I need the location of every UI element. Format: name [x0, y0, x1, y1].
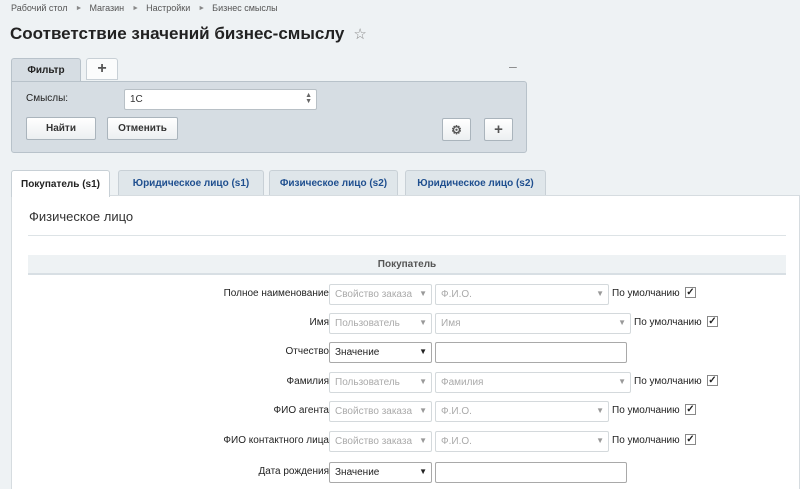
row-label: Дата рождения [258, 466, 329, 477]
select-arrows-icon: ▲ ▼ [305, 92, 312, 105]
dropdown-arrow-icon: ▼ [419, 406, 427, 415]
tab-individual-s2[interactable]: Физическое лицо (s2) [269, 170, 398, 195]
type-select: Свойство заказа ▼ [329, 401, 432, 422]
type-value: Значение [335, 347, 380, 358]
group-header: Покупатель [28, 255, 786, 275]
type-select: Пользователь ▼ [329, 372, 432, 393]
row-label: ФИО агента [273, 405, 329, 416]
default-label: По умолчанию [612, 288, 680, 299]
filter-tab[interactable]: Фильтр [11, 58, 81, 82]
value-select: Ф.И.О. ▼ [435, 431, 609, 452]
dropdown-arrow-icon: ▼ [596, 436, 604, 445]
value-text: Имя [441, 318, 461, 329]
gear-icon: ⚙ [451, 122, 462, 137]
chevron-right-icon: ► [75, 4, 83, 12]
dropdown-arrow-icon: ▼ [419, 347, 427, 356]
value-select: Фамилия ▼ [435, 372, 631, 393]
type-select: Свойство заказа ▼ [329, 284, 432, 305]
divider [28, 235, 786, 236]
breadcrumb-item-shop[interactable]: Магазин [89, 3, 124, 13]
type-select[interactable]: Значение ▼ [329, 342, 432, 363]
field-row-birth-date: Дата рождения Значение ▼ [12, 462, 800, 483]
row-label: ФИО контактного лица [223, 435, 329, 446]
row-label: Отчество [285, 346, 329, 357]
default-label: По умолчанию [634, 376, 702, 387]
value-text: Ф.И.О. [441, 289, 472, 300]
dropdown-arrow-icon: ▼ [419, 377, 427, 386]
breadcrumb-item-desktop[interactable]: Рабочий стол [11, 3, 68, 13]
type-select: Пользователь ▼ [329, 313, 432, 334]
settings-button[interactable]: ⚙ [442, 118, 471, 141]
value-text: Ф.И.О. [441, 406, 472, 417]
type-value: Пользователь [335, 377, 400, 388]
field-row-last-name: Фамилия Пользователь ▼ Фамилия ▼ По умолча… [12, 372, 800, 393]
meanings-select-value: 1С [130, 94, 143, 105]
value-select: Имя ▼ [435, 313, 631, 334]
default-checkbox[interactable]: ✓ [685, 404, 696, 415]
field-row-contact-name: ФИО контактного лица Свойство заказа ▼ Ф.… [12, 431, 800, 452]
dropdown-arrow-icon: ▼ [419, 289, 427, 298]
row-label: Полное наименование [223, 288, 329, 299]
add-filter-tab-button[interactable]: + [86, 58, 118, 80]
default-checkbox[interactable]: ✓ [707, 375, 718, 386]
meanings-select[interactable]: 1С ▲ ▼ [124, 89, 317, 110]
breadcrumb-item-settings[interactable]: Настройки [146, 3, 190, 13]
row-label: Имя [309, 317, 329, 328]
chevron-right-icon: ► [198, 4, 206, 12]
value-input[interactable] [435, 342, 627, 363]
page-title-text: Соответствие значений бизнес-смыслу [10, 24, 345, 43]
section-title: Физическое лицо [29, 209, 134, 224]
field-row-first-name: Имя Пользователь ▼ Имя ▼ По умолчанию ✓ [12, 313, 800, 334]
page-title: Соответствие значений бизнес-смыслу ☆ [10, 24, 367, 44]
dropdown-arrow-icon: ▼ [419, 318, 427, 327]
type-select[interactable]: Значение ▼ [329, 462, 432, 483]
breadcrumb-item-business-meanings[interactable]: Бизнес смыслы [212, 3, 277, 13]
default-checkbox[interactable]: ✓ [685, 434, 696, 445]
tab-buyer-s1[interactable]: Покупатель (s1) [11, 170, 110, 197]
collapse-filter-icon[interactable]: – [509, 58, 517, 74]
filter-panel: Смыслы: 1С ▲ ▼ Найти Отменить ⚙ + [11, 81, 527, 153]
value-text: Ф.И.О. [441, 436, 472, 447]
type-value: Пользователь [335, 318, 400, 329]
value-input[interactable] [435, 462, 627, 483]
type-value: Значение [335, 467, 380, 478]
type-value: Свойство заказа [335, 289, 413, 300]
star-icon[interactable]: ☆ [353, 25, 366, 43]
row-label: Фамилия [286, 376, 329, 387]
tab-legal-entity-s2[interactable]: Юридическое лицо (s2) [405, 170, 546, 195]
type-value: Свойство заказа [335, 436, 413, 447]
field-row-patronymic: Отчество Значение ▼ [12, 342, 800, 363]
dropdown-arrow-icon: ▼ [618, 377, 626, 386]
content-panel: Физическое лицо Покупатель Полное наимен… [11, 195, 800, 489]
type-value: Свойство заказа [335, 406, 413, 417]
value-select: Ф.И.О. ▼ [435, 401, 609, 422]
default-checkbox[interactable]: ✓ [685, 287, 696, 298]
find-button[interactable]: Найти [26, 117, 96, 140]
field-row-full-name: Полное наименование Свойство заказа ▼ Ф.И… [12, 284, 800, 305]
dropdown-arrow-icon: ▼ [596, 289, 604, 298]
dropdown-arrow-icon: ▼ [596, 406, 604, 415]
chevron-right-icon: ► [132, 4, 140, 12]
plus-icon: + [494, 121, 503, 138]
tab-legal-entity-s1[interactable]: Юридическое лицо (s1) [118, 170, 264, 195]
default-label: По умолчанию [612, 435, 680, 446]
breadcrumb: Рабочий стол ► Магазин ► Настройки ► Биз… [11, 3, 278, 13]
dropdown-arrow-icon: ▼ [419, 436, 427, 445]
default-checkbox[interactable]: ✓ [707, 316, 718, 327]
dropdown-arrow-icon: ▼ [419, 467, 427, 476]
value-select: Ф.И.О. ▼ [435, 284, 609, 305]
default-label: По умолчанию [612, 405, 680, 416]
value-text: Фамилия [441, 377, 484, 388]
filter-field-label: Смыслы: [26, 93, 69, 104]
default-label: По умолчанию [634, 317, 702, 328]
type-select: Свойство заказа ▼ [329, 431, 432, 452]
add-button[interactable]: + [484, 118, 513, 141]
field-row-agent-name: ФИО агента Свойство заказа ▼ Ф.И.О. ▼ По у… [12, 401, 800, 422]
dropdown-arrow-icon: ▼ [618, 318, 626, 327]
cancel-button[interactable]: Отменить [107, 117, 178, 140]
